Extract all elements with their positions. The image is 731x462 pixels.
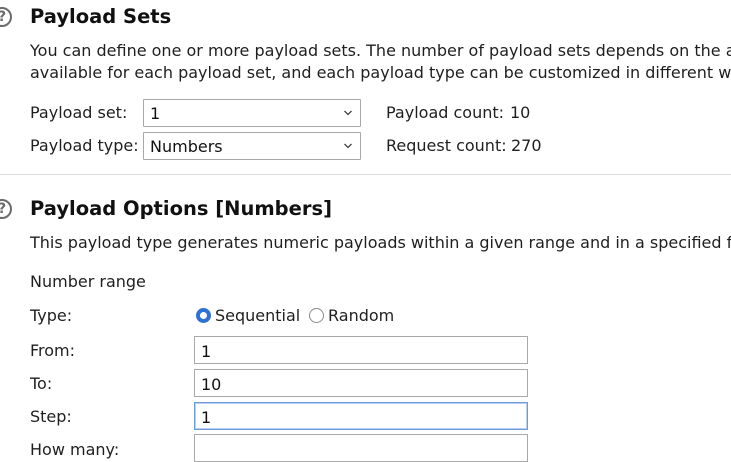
payload-type-label: Payload type: bbox=[30, 136, 139, 155]
random-radio[interactable] bbox=[309, 308, 324, 323]
payload-count-value: 10 bbox=[510, 103, 531, 122]
payload-options-description: This payload type generates numeric payl… bbox=[30, 233, 731, 252]
question-circle-icon[interactable]: ? bbox=[0, 199, 12, 219]
how-many-label: How many: bbox=[30, 440, 120, 459]
number-range-label: Number range bbox=[30, 272, 146, 291]
random-radio-label[interactable]: Random bbox=[328, 306, 394, 325]
payload-set-select[interactable]: 1 bbox=[143, 99, 361, 127]
chevron-down-icon bbox=[344, 143, 352, 149]
payload-count-label: Payload count: bbox=[386, 103, 505, 122]
how-many-input[interactable] bbox=[194, 434, 528, 462]
section-divider bbox=[0, 174, 731, 175]
request-count-value: 270 bbox=[511, 136, 542, 155]
payload-sets-title: Payload Sets bbox=[30, 5, 172, 28]
payload-set-label: Payload set: bbox=[30, 103, 128, 122]
to-input[interactable] bbox=[194, 369, 528, 397]
payload-options-title: Payload Options [Numbers] bbox=[30, 197, 332, 220]
payload-type-value: Numbers bbox=[150, 137, 223, 156]
step-input[interactable] bbox=[194, 402, 528, 430]
sequential-radio[interactable] bbox=[196, 308, 211, 323]
request-count-label: Request count: bbox=[386, 136, 507, 155]
chevron-down-icon bbox=[344, 110, 352, 116]
from-input[interactable] bbox=[194, 336, 528, 364]
from-label: From: bbox=[30, 341, 76, 360]
question-circle-icon[interactable]: ? bbox=[0, 7, 12, 27]
sequential-radio-label[interactable]: Sequential bbox=[215, 306, 300, 325]
to-label: To: bbox=[30, 374, 53, 393]
type-label: Type: bbox=[30, 306, 73, 325]
step-label: Step: bbox=[30, 407, 72, 426]
payload-sets-description-line2: available for each payload set, and each… bbox=[30, 63, 731, 82]
payload-set-value: 1 bbox=[150, 104, 161, 123]
payload-sets-description-line1: You can define one or more payload sets.… bbox=[30, 41, 731, 60]
payload-type-select[interactable]: Numbers bbox=[143, 132, 361, 160]
